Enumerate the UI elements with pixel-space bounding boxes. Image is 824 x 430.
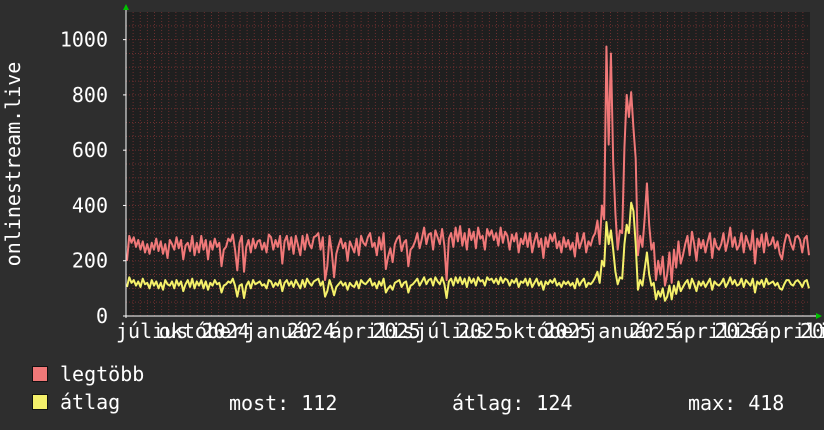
y-tick-label: 800 [72,83,108,107]
y-axis-label: onlinestream.live [1,62,25,267]
x-tick-label: 2025 [373,319,421,343]
legend-swatch-max [32,366,48,382]
legend-label-avg: átlag [60,390,121,414]
x-tick-label: 2024 [287,319,335,343]
legend-item-avg: átlag [32,390,121,414]
stat-maximum: max: 418 [688,391,785,415]
y-tick-label: 200 [72,249,108,273]
x-tick-label: 2025 [629,319,677,343]
x-tick-label: 2024 [202,319,250,343]
stat-average: átlag: 124 [452,391,573,415]
plot-area: 02004006008001000júliusoktóber2024január… [1,4,824,343]
legend-item-max: legtöbb [32,362,145,386]
y-tick-label: 0 [96,304,108,328]
y-tick-label: 600 [72,138,108,162]
stat-current: most: 112 [229,391,338,415]
x-tick-label: 20 [800,319,824,343]
y-tick-label: 1000 [60,28,108,52]
x-tick-label: 2025 [544,319,592,343]
x-tick-label: 2026 [715,319,763,343]
legend-label-max: legtöbb [60,362,145,386]
legend-swatch-avg [32,394,48,410]
x-tick-label: 2025 [458,319,506,343]
y-tick-label: 400 [72,193,108,217]
y-axis-arrow-icon [123,4,129,10]
